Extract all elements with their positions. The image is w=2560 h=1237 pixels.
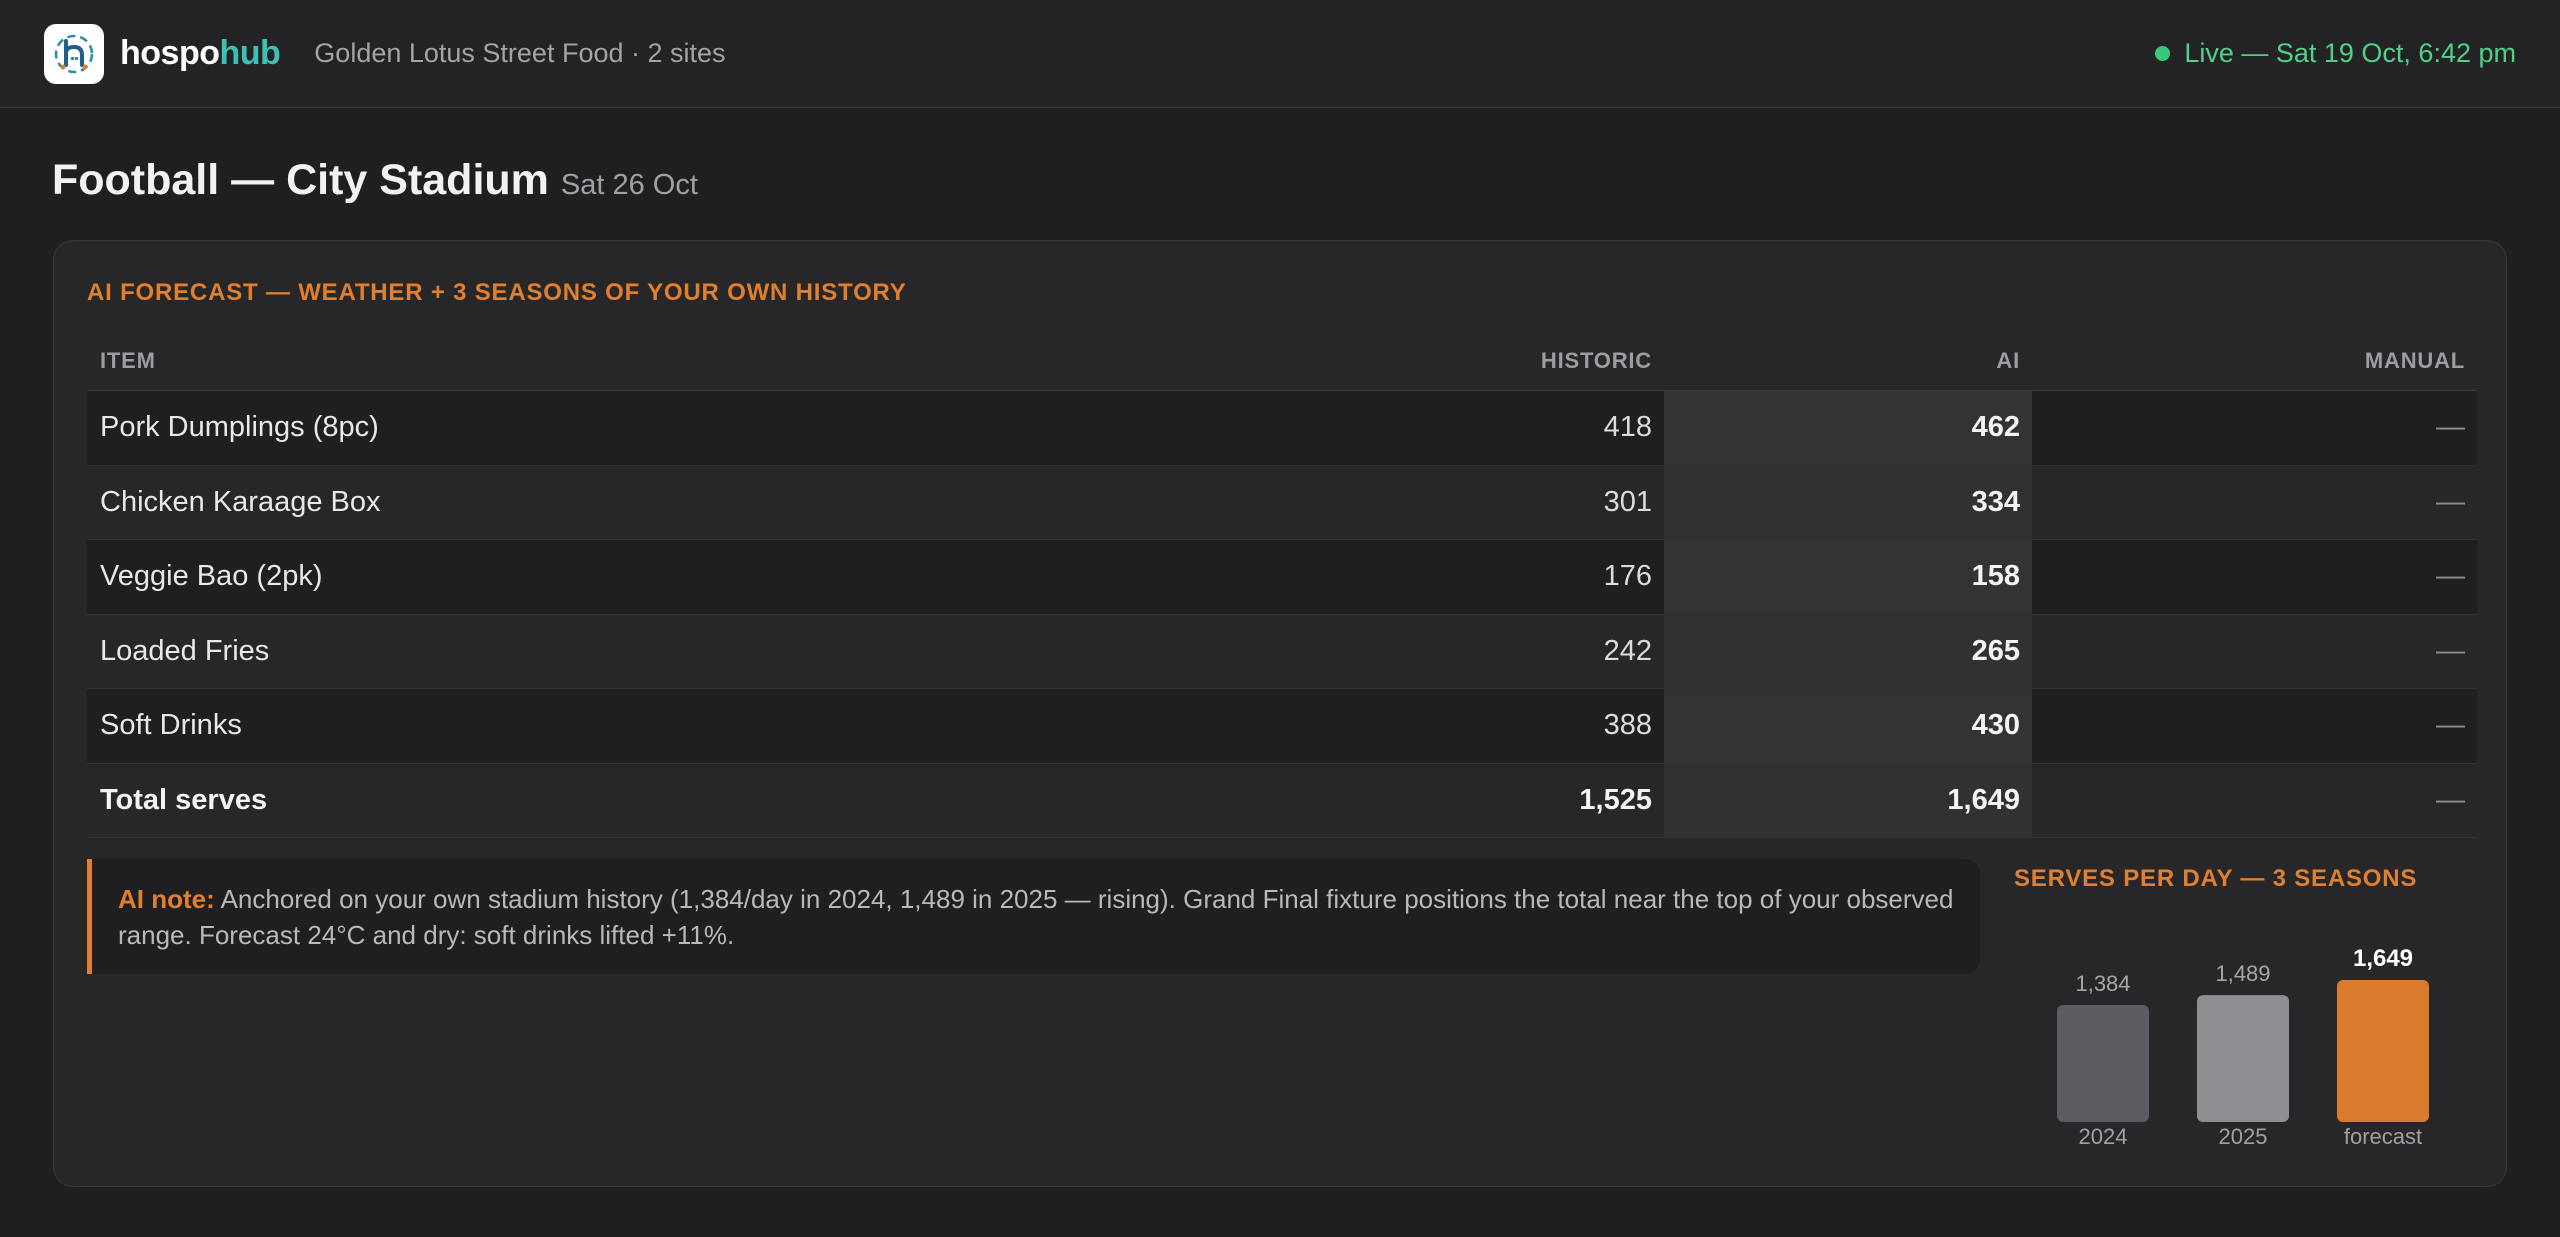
table-header: ITEM HISTORIC AI MANUAL	[87, 331, 2477, 391]
row-manual-input[interactable]: —	[2032, 391, 2477, 465]
forecast-table: ITEM HISTORIC AI MANUAL Pork Dumplings (…	[87, 331, 2477, 838]
row-ai: 265	[1664, 614, 2032, 688]
row-ai: 334	[1664, 465, 2032, 539]
chart-bar-2025	[2197, 995, 2289, 1122]
chart-value-label: 1,649	[2353, 945, 2413, 972]
live-status: Live — Sat 19 Oct, 6:42 pm	[2155, 38, 2516, 69]
ai-note-label: AI note:	[118, 884, 215, 914]
ai-note-text: Anchored on your own stadium history (1,…	[118, 884, 1954, 950]
ai-note: AI note: Anchored on your own stadium hi…	[87, 859, 1980, 974]
row-historic: 242	[1603, 634, 1652, 667]
total-manual: —	[2436, 783, 2465, 816]
table-row: Loaded Fries 242 265 —	[87, 614, 2477, 689]
table-row: Pork Dumplings (8pc) 418 462 —	[87, 391, 2477, 466]
chart-svg: 1,384 2024 1,489 2025 1,649 forecast	[2057, 945, 2429, 1149]
chart-category-label: 2024	[2079, 1124, 2128, 1149]
page-title: Football — City Stadium	[52, 156, 549, 204]
row-historic: 388	[1603, 709, 1652, 742]
brand-name-part1: hospo	[120, 34, 220, 72]
row-historic: 176	[1603, 560, 1652, 593]
live-status-text: Live — Sat 19 Oct, 6:42 pm	[2184, 38, 2516, 68]
organization-name: Golden Lotus Street Food · 2 sites	[314, 38, 726, 68]
total-label: Total serves	[100, 783, 268, 816]
chart-bar-forecast	[2337, 980, 2429, 1122]
page-header: Football — City Stadium Sat 26 Oct	[52, 156, 698, 205]
page-date: Sat 26 Oct	[560, 169, 698, 201]
brand-name[interactable]: hospohub	[120, 34, 281, 73]
row-item: Soft Drinks	[100, 709, 242, 742]
forecast-card: AI FORECAST — WEATHER + 3 SEASONS OF YOU…	[53, 240, 2507, 1187]
chart-bar-2024	[2057, 1005, 2149, 1122]
row-item: Veggie Bao (2pk)	[100, 560, 323, 593]
column-header-manual: MANUAL	[2364, 347, 2465, 373]
forecast-card-label: AI FORECAST — WEATHER + 3 SEASONS OF YOU…	[87, 279, 907, 306]
row-manual-input[interactable]: —	[2032, 466, 2477, 540]
total-historic: 1,525	[1579, 783, 1652, 816]
row-manual-input[interactable]: —	[2032, 689, 2477, 763]
row-manual-input[interactable]: —	[2032, 540, 2477, 614]
table-total-row: Total serves 1,525 1,649 —	[87, 763, 2477, 838]
row-item: Loaded Fries	[100, 634, 270, 667]
row-historic: 301	[1603, 485, 1652, 518]
row-ai: 462	[1664, 391, 2032, 465]
top-bar: hospohub Golden Lotus Street Food · 2 si…	[0, 0, 2560, 108]
column-header-item: ITEM	[100, 347, 156, 373]
hospohub-logo-icon[interactable]	[44, 23, 104, 84]
chart-category-label: 2025	[2219, 1124, 2268, 1149]
row-ai: 158	[1664, 540, 2032, 614]
column-header-ai: AI	[1996, 347, 2020, 373]
column-header-historic: HISTORIC	[1540, 347, 1652, 373]
live-dot-icon	[2155, 46, 2171, 61]
chart-category-label: forecast	[2344, 1124, 2422, 1149]
table-row: Veggie Bao (2pk) 176 158 —	[87, 540, 2477, 615]
row-ai: 430	[1664, 689, 2032, 763]
row-item: Pork Dumplings (8pc)	[100, 411, 379, 444]
chart-value-label: 1,384	[2075, 971, 2130, 996]
row-historic: 418	[1603, 411, 1652, 444]
serves-per-day-chart: SERVES PER DAY — 3 SEASONS 1,384 2024 1,48…	[2014, 859, 2484, 1159]
row-item: Chicken Karaage Box	[100, 485, 381, 518]
total-ai: 1,649	[1664, 763, 2032, 837]
table-row: Soft Drinks 388 430 —	[87, 689, 2477, 764]
table-row: Chicken Karaage Box 301 334 —	[87, 465, 2477, 540]
chart-value-label: 1,489	[2215, 961, 2270, 986]
row-manual-input[interactable]: —	[2032, 615, 2477, 689]
brand-name-part2: hub	[219, 34, 281, 72]
